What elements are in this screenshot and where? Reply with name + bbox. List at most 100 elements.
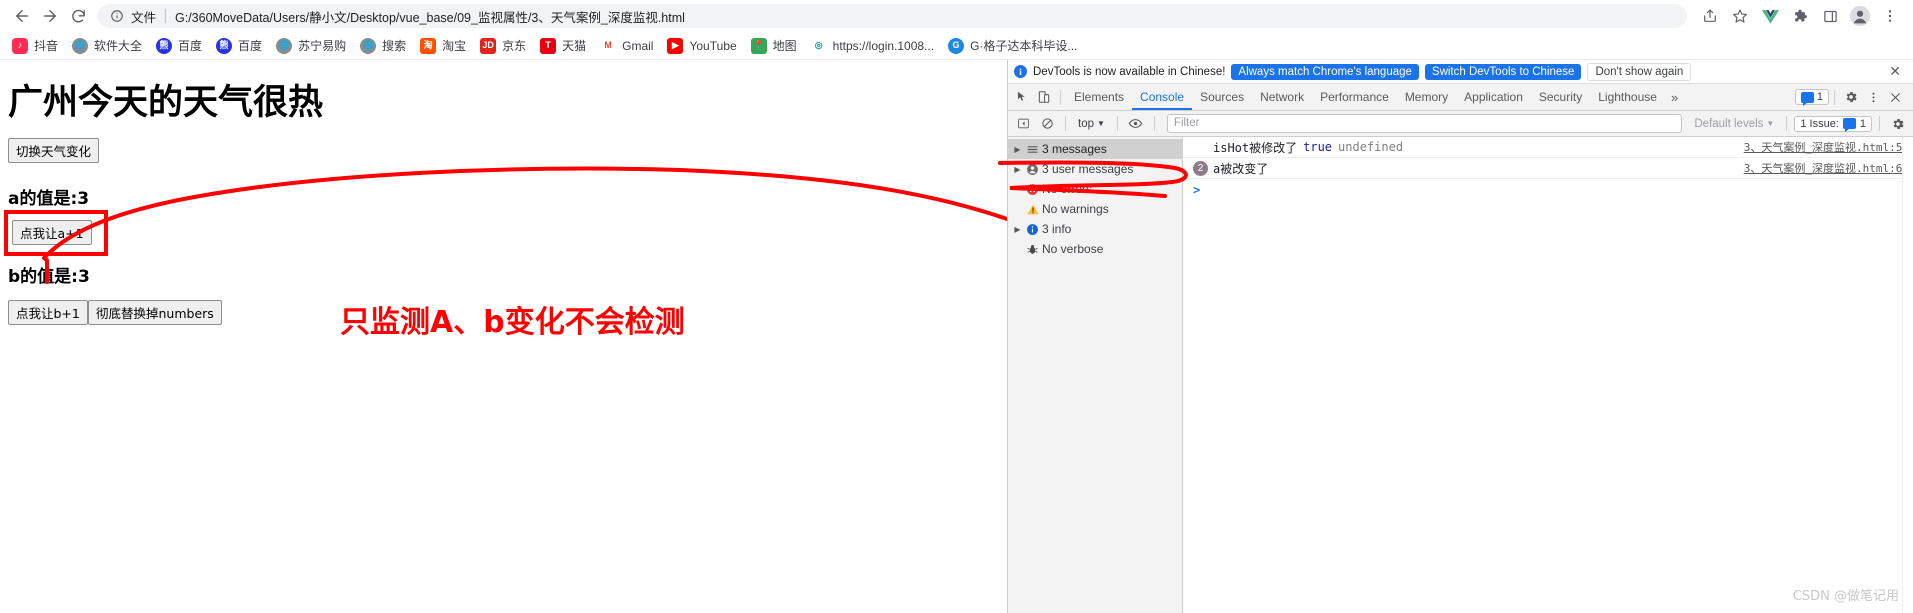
console-sidebar: ▶ 3 messages ▶ 3 user messages No errors No w… [1008, 137, 1183, 613]
console-sidebar-item[interactable]: ▶ 3 messages [1008, 139, 1182, 159]
console-output[interactable]: isHot被修改了 true undefined 3、天气案例_深度监视.html:5… [1183, 137, 1913, 613]
console-sidebar-item[interactable]: No warnings [1008, 199, 1182, 219]
reload-icon[interactable] [64, 2, 92, 30]
tab-security[interactable]: Security [1531, 84, 1590, 110]
bookmark-item[interactable]: 🌐 软件大全 [66, 34, 148, 58]
chrome-menu-icon[interactable] [1875, 2, 1905, 30]
increment-a-button[interactable]: 点我让a+1 [12, 220, 92, 245]
tab-application[interactable]: Application [1456, 84, 1531, 110]
a-value-label: a的值是:3 [8, 189, 90, 209]
toggle-weather-button[interactable]: 切换天气变化 [8, 138, 100, 163]
message-source-link[interactable]: 3、天气案例_深度监视.html:63 [1744, 160, 1909, 176]
console-sidebar-item[interactable]: ▶ 3 user messages [1008, 159, 1182, 179]
issues-counter-pill[interactable]: 1 [1794, 89, 1829, 106]
console-prompt-row[interactable]: > [1183, 179, 1913, 200]
bookmark-item[interactable]: 熊百度 [150, 34, 208, 58]
bookmark-item[interactable]: ♪ 抖音 [6, 34, 64, 58]
douyin-icon: ♪ [12, 37, 28, 54]
bug-icon [1023, 243, 1042, 256]
bookmark-item[interactable]: ◎ https://login.1008... [805, 34, 940, 58]
bookmark-item[interactable]: G G·格子达本科毕设... [942, 34, 1083, 58]
message-source-link[interactable]: 3、天气案例_深度监视.html:57 [1744, 139, 1909, 155]
log-levels-selector[interactable]: Default levels ▼ [1689, 118, 1779, 130]
bookmark-item[interactable]: M Gmail [594, 34, 659, 58]
bookmark-item[interactable]: 熊百度 [210, 34, 268, 58]
bookmark-label: YouTube [689, 38, 737, 53]
bookmarks-bar: ♪ 抖音 🌐 软件大全熊百度熊百度 🌐 苏宁易购 🌐 搜索淘淘宝 JD 京东 T 天猫 M Gmail ▶ Y… [0, 32, 1913, 60]
expand-arrow-icon[interactable]: ▶ [1012, 225, 1023, 234]
console-sidebar-item[interactable]: No verbose [1008, 239, 1182, 259]
prompt-caret-icon: > [1193, 182, 1201, 197]
live-expression-eye-icon[interactable] [1125, 113, 1147, 135]
tab-sources[interactable]: Sources [1192, 84, 1252, 110]
replace-numbers-button[interactable]: 彻底替换掉numbers [88, 300, 222, 325]
more-tabs-icon[interactable]: » [1665, 90, 1684, 105]
bookmark-label: 天猫 [562, 39, 587, 53]
close-devtools-icon[interactable] [1884, 86, 1906, 108]
expand-arrow-icon[interactable]: ▶ [1012, 165, 1023, 174]
filterbar-divider-5 [1879, 116, 1880, 131]
increment-b-button[interactable]: 点我让b+1 [8, 300, 88, 325]
star-icon[interactable] [1725, 2, 1755, 30]
forward-arrow-icon[interactable] [36, 2, 64, 30]
info-icon: i [1014, 65, 1027, 78]
clear-console-icon[interactable] [1036, 113, 1058, 135]
tab-elements[interactable]: Elements [1066, 84, 1132, 110]
console-filter-input[interactable]: Filter [1166, 114, 1683, 133]
bookmark-item[interactable]: 淘淘宝 [414, 34, 472, 58]
bookmark-label: 苏宁易购 [298, 39, 347, 53]
execution-context-selector[interactable]: top ▼ [1073, 118, 1110, 130]
share-icon[interactable] [1695, 2, 1725, 30]
tab-lighthouse[interactable]: Lighthouse [1590, 84, 1665, 110]
console-scrollbar[interactable] [1902, 137, 1913, 613]
console-settings-gear-icon[interactable] [1887, 113, 1909, 135]
message-extra-value: undefined [1338, 140, 1404, 154]
issues-status-pill[interactable]: 1 Issue: 1 [1794, 115, 1872, 132]
bookmark-item[interactable]: 📍 地图 [745, 34, 803, 58]
tab-network[interactable]: Network [1252, 84, 1312, 110]
bookmark-label: 搜索 [382, 39, 407, 53]
person-icon [1023, 163, 1042, 176]
settings-gear-icon[interactable] [1840, 86, 1862, 108]
extensions-puzzle-icon[interactable] [1785, 2, 1815, 30]
issues-status-count: 1 [1859, 117, 1866, 130]
bookmark-label: 抖音 [34, 39, 59, 53]
close-icon[interactable]: ✕ [1883, 63, 1907, 80]
bookmark-item[interactable]: ▶ YouTube [661, 34, 742, 58]
tab-memory[interactable]: Memory [1397, 84, 1456, 110]
profile-avatar-icon[interactable] [1845, 2, 1875, 30]
page-viewport: 广州今天的天气很热 切换天气变化 a的值是:3 点我让a+1 b的值是:3 点我… [0, 60, 1007, 613]
tab-console[interactable]: Console [1132, 84, 1192, 110]
bookmark-item[interactable]: 🌐 搜索 [354, 34, 412, 58]
sidepanel-icon[interactable] [1815, 2, 1845, 30]
info-circle-icon[interactable] [110, 9, 124, 23]
address-bar[interactable]: 文件 G:/360MoveData/Users/静小文/Desktop/vue_… [98, 4, 1687, 28]
devtools-menu-icon[interactable] [1862, 86, 1884, 108]
expand-arrow-icon[interactable]: ▶ [1012, 145, 1023, 154]
jd-icon: JD [480, 37, 497, 54]
chevron-down-icon: ▼ [1097, 119, 1105, 128]
bookmark-item[interactable]: JD 京东 [474, 34, 532, 58]
bookmark-item[interactable]: 🌐 苏宁易购 [270, 34, 352, 58]
tab-performance[interactable]: Performance [1312, 84, 1397, 110]
always-match-language-button[interactable]: Always match Chrome's language [1231, 63, 1419, 80]
console-sidebar-label: 3 info [1042, 222, 1072, 236]
list-icon [1023, 143, 1042, 156]
browser-toolbar-icons [1695, 2, 1905, 30]
g-icon: G [948, 37, 965, 54]
bookmark-item[interactable]: T 天猫 [534, 34, 592, 58]
device-toolbar-icon[interactable] [1033, 86, 1055, 108]
console-sidebar-item[interactable]: ▶ 3 info [1008, 219, 1182, 239]
bookmark-label: 京东 [502, 39, 527, 53]
inspect-element-icon[interactable] [1011, 86, 1033, 108]
console-sidebar-item[interactable]: No errors [1008, 179, 1182, 199]
address-bar-url[interactable]: G:/360MoveData/Users/静小文/Desktop/vue_bas… [175, 7, 685, 26]
browser-toolbar: 文件 G:/360MoveData/Users/静小文/Desktop/vue_… [0, 0, 1913, 32]
bookmark-label: 淘宝 [442, 39, 467, 53]
dont-show-again-button[interactable]: Don't show again [1587, 62, 1692, 81]
vue-devtools-icon[interactable] [1755, 2, 1785, 30]
console-sidebar-toggle-icon[interactable] [1012, 113, 1034, 135]
switch-devtools-chinese-button[interactable]: Switch DevTools to Chinese [1424, 63, 1582, 80]
b-value-label: b的值是:3 [8, 267, 90, 287]
back-arrow-icon[interactable] [8, 2, 36, 30]
